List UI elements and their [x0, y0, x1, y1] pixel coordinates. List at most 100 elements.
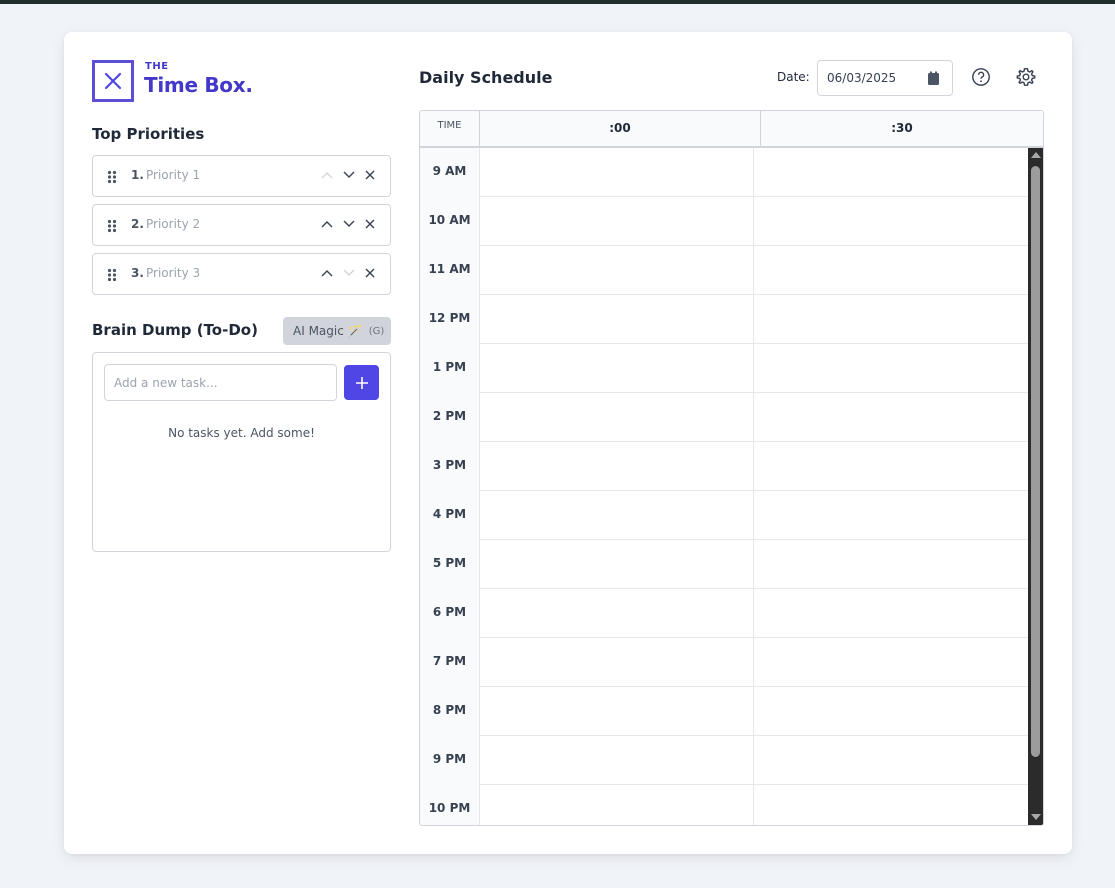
date-input[interactable]: 06/03/2025	[817, 60, 953, 96]
ai-magic-label: AI Magic	[293, 324, 344, 338]
time-slot-00[interactable]	[480, 295, 754, 344]
time-slot-00[interactable]	[480, 344, 754, 393]
priority-item-1[interactable]: 1. Priority 1	[92, 155, 391, 197]
time-column-header: TIME	[420, 111, 480, 148]
add-task-button[interactable]	[344, 365, 379, 400]
time-label: 12 PM	[420, 295, 480, 344]
time-slot-30[interactable]	[754, 197, 1028, 246]
time-slot-00[interactable]	[480, 687, 754, 736]
column-header-00: :00	[480, 111, 761, 148]
time-slot-30[interactable]	[754, 687, 1028, 736]
priority-input[interactable]: Priority 3	[146, 266, 200, 280]
shortcut-hint: (G)	[368, 325, 385, 337]
priority-item-2[interactable]: 2. Priority 2	[92, 204, 391, 246]
gear-icon[interactable]	[1015, 66, 1037, 88]
time-label: 9 PM	[420, 736, 480, 785]
priority-input[interactable]: Priority 2	[146, 217, 200, 231]
time-slot-30[interactable]	[754, 589, 1028, 638]
time-slot-30[interactable]	[754, 442, 1028, 491]
top-bar	[0, 0, 1115, 4]
help-icon[interactable]	[970, 66, 992, 88]
new-task-input[interactable]: Add a new task...	[104, 364, 337, 401]
priority-item-3[interactable]: 3. Priority 3	[92, 253, 391, 295]
time-slot-00[interactable]	[480, 540, 754, 589]
time-slot-00[interactable]	[480, 393, 754, 442]
date-value: 06/03/2025	[827, 71, 897, 85]
scrollbar-thumb[interactable]	[1031, 166, 1040, 757]
schedule-row: 10 AM	[420, 197, 1028, 246]
priority-number: 2.	[131, 217, 144, 231]
drag-handle-icon[interactable]	[107, 169, 117, 188]
priority-input[interactable]: Priority 1	[146, 168, 200, 182]
schedule-header: TIME :00 :30	[420, 111, 1043, 148]
schedule-row: 7 PM	[420, 638, 1028, 687]
schedule-row: 9 AM	[420, 148, 1028, 197]
time-label: 8 PM	[420, 687, 480, 736]
time-slot-30[interactable]	[754, 785, 1028, 825]
chevron-up-icon[interactable]	[320, 217, 334, 231]
time-slot-30[interactable]	[754, 246, 1028, 295]
logo-icon	[92, 60, 134, 102]
schedule-row: 1 PM	[420, 344, 1028, 393]
logo-the: THE	[145, 61, 169, 72]
ai-magic-button[interactable]: AI Magic 🪄 (G)	[283, 317, 391, 345]
scroll-up-icon[interactable]	[1031, 152, 1041, 158]
time-slot-00[interactable]	[480, 785, 754, 825]
chevron-down-icon[interactable]	[342, 217, 356, 231]
magic-wand-icon: 🪄	[347, 324, 363, 338]
chevron-up-icon	[320, 168, 334, 182]
time-slot-00[interactable]	[480, 246, 754, 295]
time-slot-30[interactable]	[754, 736, 1028, 785]
time-slot-00[interactable]	[480, 148, 754, 197]
logo-title: Time Box.	[144, 73, 253, 97]
schedule-row: 4 PM	[420, 491, 1028, 540]
close-icon[interactable]	[363, 266, 377, 280]
schedule-title: Daily Schedule	[419, 68, 553, 87]
time-slot-30[interactable]	[754, 491, 1028, 540]
time-slot-30[interactable]	[754, 393, 1028, 442]
time-label: 11 AM	[420, 246, 480, 295]
schedule-row: 11 AM	[420, 246, 1028, 295]
time-label: 10 AM	[420, 197, 480, 246]
scroll-down-icon[interactable]	[1031, 814, 1041, 820]
time-slot-00[interactable]	[480, 638, 754, 687]
drag-handle-icon[interactable]	[107, 267, 117, 286]
time-label: 7 PM	[420, 638, 480, 687]
time-slot-00[interactable]	[480, 442, 754, 491]
main-card: THE Time Box. Top Priorities 1. Priority…	[64, 32, 1072, 854]
time-label: 5 PM	[420, 540, 480, 589]
time-slot-00[interactable]	[480, 197, 754, 246]
scrollbar[interactable]	[1028, 148, 1043, 825]
chevron-up-icon[interactable]	[320, 266, 334, 280]
priority-number: 3.	[131, 266, 144, 280]
time-label: 6 PM	[420, 589, 480, 638]
drag-handle-icon[interactable]	[107, 218, 117, 237]
time-slot-00[interactable]	[480, 736, 754, 785]
brain-dump-panel: Add a new task... No tasks yet. Add some…	[92, 352, 391, 552]
time-slot-30[interactable]	[754, 638, 1028, 687]
time-slot-30[interactable]	[754, 295, 1028, 344]
schedule-row: 2 PM	[420, 393, 1028, 442]
calendar-icon[interactable]	[927, 71, 940, 89]
chevron-down-icon[interactable]	[342, 168, 356, 182]
time-slot-30[interactable]	[754, 540, 1028, 589]
empty-tasks-message: No tasks yet. Add some!	[168, 426, 315, 440]
time-label: 9 AM	[420, 148, 480, 197]
time-label: 3 PM	[420, 442, 480, 491]
time-slot-30[interactable]	[754, 344, 1028, 393]
schedule-row: 10 PM	[420, 785, 1028, 825]
close-icon[interactable]	[363, 168, 377, 182]
time-label: 2 PM	[420, 393, 480, 442]
time-slot-00[interactable]	[480, 589, 754, 638]
priority-number: 1.	[131, 168, 144, 182]
schedule-body: 9 AM 10 AM 11 AM 12 PM 1 PM 2 PM 3 PM 4 PM 5 PM 6…	[420, 148, 1028, 825]
plus-icon	[355, 376, 368, 389]
time-slot-30[interactable]	[754, 148, 1028, 197]
schedule-grid: TIME :00 :30 9 AM 10 AM 11 AM 12 PM 1 PM 2 PM…	[419, 110, 1044, 826]
time-label: 4 PM	[420, 491, 480, 540]
time-label: 10 PM	[420, 785, 480, 825]
close-icon[interactable]	[363, 217, 377, 231]
date-label: Date:	[777, 70, 810, 84]
brain-dump-title: Brain Dump (To-Do)	[92, 321, 258, 339]
time-slot-00[interactable]	[480, 491, 754, 540]
